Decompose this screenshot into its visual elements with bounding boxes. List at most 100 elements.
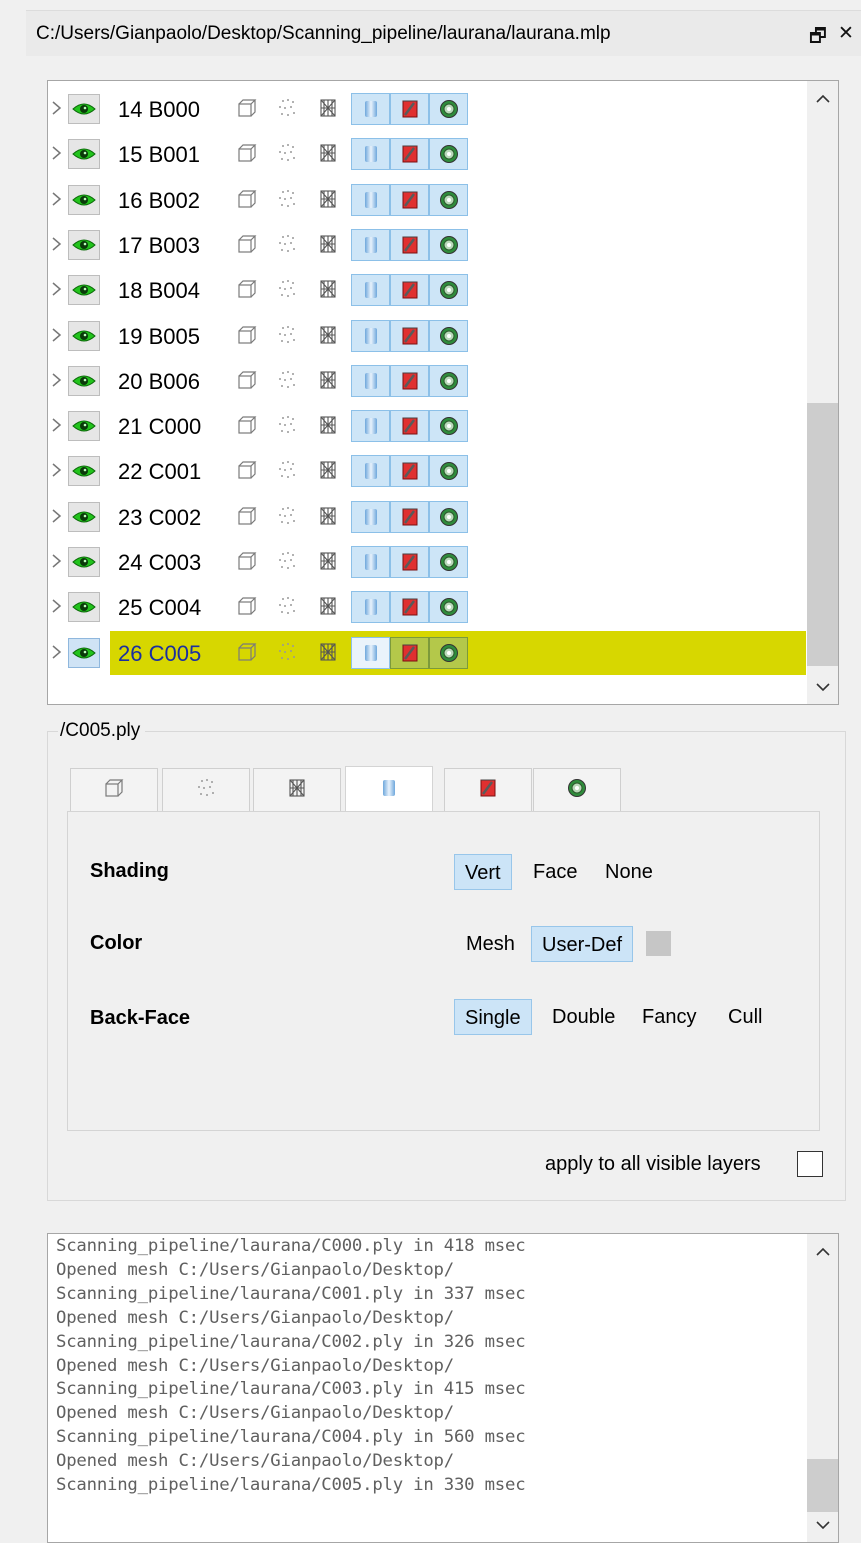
- dots-mesh-icon[interactable]: [429, 636, 468, 669]
- tab-texture[interactable]: [444, 768, 532, 811]
- texture-icon[interactable]: [390, 364, 429, 397]
- layer-list-scrollbar[interactable]: [807, 81, 838, 704]
- chevron-right-icon[interactable]: [51, 463, 62, 477]
- layer-row[interactable]: 26 C005: [48, 630, 808, 675]
- points-icon[interactable]: [276, 595, 300, 619]
- backface-single-button[interactable]: Single: [454, 999, 532, 1035]
- dots-mesh-icon[interactable]: [429, 455, 468, 488]
- dots-mesh-icon[interactable]: [429, 500, 468, 533]
- chevron-right-icon[interactable]: [51, 373, 62, 387]
- wireframe-icon[interactable]: [317, 233, 341, 257]
- box-icon[interactable]: [236, 414, 260, 438]
- visibility-eye-icon[interactable]: [68, 139, 100, 170]
- visibility-eye-icon[interactable]: [68, 547, 100, 577]
- solid-icon[interactable]: [351, 500, 390, 533]
- texture-icon[interactable]: [390, 228, 429, 261]
- layer-row[interactable]: 23 C002: [48, 500, 808, 534]
- layer-row[interactable]: 14 B000: [48, 92, 808, 126]
- wireframe-icon[interactable]: [317, 641, 341, 665]
- visibility-eye-icon[interactable]: [68, 592, 100, 623]
- points-icon[interactable]: [276, 188, 300, 212]
- texture-icon[interactable]: [390, 455, 429, 488]
- shading-none-button[interactable]: None: [595, 854, 663, 890]
- box-icon[interactable]: [236, 142, 260, 166]
- scroll-down-icon[interactable]: [807, 1508, 838, 1542]
- wireframe-icon[interactable]: [317, 369, 341, 393]
- wireframe-icon[interactable]: [317, 97, 341, 121]
- wireframe-icon[interactable]: [317, 505, 341, 529]
- dots-mesh-icon[interactable]: [429, 93, 468, 125]
- visibility-eye-icon[interactable]: [68, 637, 100, 668]
- dots-mesh-icon[interactable]: [429, 183, 468, 216]
- points-icon[interactable]: [276, 142, 300, 166]
- wireframe-icon[interactable]: [317, 459, 341, 483]
- scroll-up-icon[interactable]: [807, 81, 838, 115]
- dots-mesh-icon[interactable]: [429, 319, 468, 352]
- box-icon[interactable]: [236, 233, 260, 257]
- layer-row[interactable]: 24 C003: [48, 545, 808, 579]
- scroll-down-icon[interactable]: [807, 670, 838, 704]
- chevron-right-icon[interactable]: [51, 645, 62, 659]
- tab-box[interactable]: [70, 768, 158, 811]
- layer-row[interactable]: 25 C004: [48, 590, 808, 624]
- dots-mesh-icon[interactable]: [429, 591, 468, 624]
- box-icon[interactable]: [236, 505, 260, 529]
- box-icon[interactable]: [236, 459, 260, 483]
- visibility-eye-icon[interactable]: [68, 501, 100, 532]
- wireframe-icon[interactable]: [317, 414, 341, 438]
- dock-title-bar[interactable]: C:/Users/Gianpaolo/Desktop/Scanning_pipe…: [26, 10, 861, 56]
- texture-icon[interactable]: [390, 410, 429, 443]
- points-icon[interactable]: [276, 324, 300, 348]
- chevron-right-icon[interactable]: [51, 554, 62, 568]
- texture-icon[interactable]: [390, 274, 429, 307]
- box-icon[interactable]: [236, 369, 260, 393]
- wireframe-icon[interactable]: [317, 188, 341, 212]
- dots-mesh-icon[interactable]: [429, 364, 468, 397]
- texture-icon[interactable]: [390, 500, 429, 533]
- texture-icon[interactable]: [390, 183, 429, 216]
- visibility-eye-icon[interactable]: [68, 456, 100, 487]
- box-icon[interactable]: [236, 550, 260, 574]
- texture-icon[interactable]: [390, 636, 429, 669]
- solid-icon[interactable]: [351, 319, 390, 352]
- scrollbar-thumb[interactable]: [807, 403, 838, 666]
- points-icon[interactable]: [276, 550, 300, 574]
- box-icon[interactable]: [236, 641, 260, 665]
- solid-icon[interactable]: [351, 274, 390, 307]
- dots-mesh-icon[interactable]: [429, 410, 468, 443]
- points-icon[interactable]: [276, 97, 300, 121]
- layer-row[interactable]: 19 B005: [48, 319, 808, 353]
- solid-icon[interactable]: [351, 455, 390, 488]
- visibility-eye-icon[interactable]: [68, 184, 100, 215]
- solid-icon[interactable]: [351, 546, 390, 578]
- box-icon[interactable]: [236, 188, 260, 212]
- tab-dots-mesh[interactable]: [533, 768, 621, 811]
- visibility-eye-icon[interactable]: [68, 320, 100, 351]
- scrollbar-thumb[interactable]: [807, 1459, 838, 1512]
- dots-mesh-icon[interactable]: [429, 546, 468, 578]
- box-icon[interactable]: [236, 278, 260, 302]
- points-icon[interactable]: [276, 505, 300, 529]
- tab-wireframe[interactable]: [253, 768, 341, 811]
- points-icon[interactable]: [276, 641, 300, 665]
- solid-icon[interactable]: [351, 591, 390, 624]
- visibility-eye-icon[interactable]: [68, 275, 100, 306]
- points-icon[interactable]: [276, 369, 300, 393]
- wireframe-icon[interactable]: [317, 278, 341, 302]
- color-swatch[interactable]: [646, 931, 671, 956]
- layer-row[interactable]: 21 C000: [48, 409, 808, 443]
- chevron-right-icon[interactable]: [51, 327, 62, 342]
- layer-row[interactable]: 18 B004: [48, 273, 808, 307]
- visibility-eye-icon[interactable]: [68, 411, 100, 442]
- box-icon[interactable]: [236, 595, 260, 619]
- layer-row[interactable]: 16 B002: [48, 183, 808, 217]
- chevron-right-icon[interactable]: [51, 237, 62, 251]
- chevron-right-icon[interactable]: [51, 282, 62, 296]
- apply-all-checkbox[interactable]: [797, 1151, 823, 1177]
- layer-row[interactable]: 22 C001: [48, 454, 808, 488]
- backface-double-button[interactable]: Double: [542, 999, 625, 1035]
- log-panel[interactable]: Scanning_pipeline/laurana/C000.ply in 41…: [47, 1233, 839, 1543]
- points-icon[interactable]: [276, 278, 300, 302]
- texture-icon[interactable]: [390, 319, 429, 352]
- solid-icon[interactable]: [351, 183, 390, 216]
